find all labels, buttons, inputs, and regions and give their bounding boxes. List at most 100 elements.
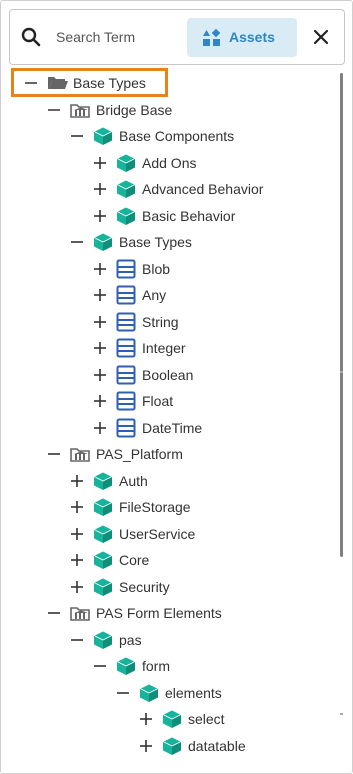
collapse-icon[interactable] xyxy=(69,632,85,648)
tree-item-label: Any xyxy=(142,287,167,303)
scrollbar[interactable] xyxy=(340,73,343,557)
expand-icon[interactable] xyxy=(69,579,85,595)
tree-item-advanced-behavior[interactable]: Advanced Behavior xyxy=(92,176,341,202)
cube-icon xyxy=(93,471,113,491)
type-icon xyxy=(116,285,136,305)
tree-item-any[interactable]: Any xyxy=(92,282,341,308)
assets-button-label: Assets xyxy=(229,29,275,45)
cube-icon xyxy=(116,153,136,173)
expand-icon[interactable] xyxy=(92,155,108,171)
search-input[interactable] xyxy=(56,24,182,50)
library-icon xyxy=(70,100,90,120)
type-icon xyxy=(116,365,136,385)
collapse-icon[interactable] xyxy=(46,446,62,462)
collapse-icon[interactable] xyxy=(69,234,85,250)
cube-icon xyxy=(162,709,182,729)
tree-item-label: Bridge Base xyxy=(96,101,173,118)
expand-icon[interactable] xyxy=(69,526,85,542)
tree-item-label: Advanced Behavior xyxy=(142,181,264,197)
collapse-icon[interactable] xyxy=(115,685,131,701)
tree-item-elements[interactable]: elements xyxy=(115,680,341,706)
tree-item-add-ons[interactable]: Add Ons xyxy=(92,150,341,176)
tree-item-blob[interactable]: Blob xyxy=(92,256,341,282)
tree-item-label: Base Components xyxy=(119,128,235,144)
selection-highlight xyxy=(11,68,168,97)
tree-item-auth[interactable]: Auth xyxy=(69,468,329,494)
expand-icon[interactable] xyxy=(92,208,108,224)
expand-icon[interactable] xyxy=(92,393,108,409)
tree-item-bridge-base[interactable]: Bridge Base xyxy=(46,97,306,123)
tree-item-pas[interactable]: pas xyxy=(69,627,329,653)
scroll-tick xyxy=(340,713,343,715)
tree-item-label: PAS Form Elements xyxy=(96,605,222,621)
shapes-icon xyxy=(202,28,222,48)
tree-item-label: Core xyxy=(119,552,150,568)
expand-icon[interactable] xyxy=(69,473,85,489)
tree-item-filestorage[interactable]: FileStorage xyxy=(69,494,329,520)
tree-item-label: form xyxy=(142,658,170,674)
collapse-icon[interactable] xyxy=(69,128,85,144)
tree-item-label: Base Types xyxy=(119,234,192,250)
cube-icon xyxy=(93,126,113,146)
cube-icon xyxy=(93,524,113,544)
tree-item-label: String xyxy=(142,313,179,330)
expand-icon[interactable] xyxy=(92,261,108,277)
type-icon xyxy=(116,338,136,358)
tree-item-base-types[interactable]: Base Types xyxy=(69,229,329,255)
library-icon xyxy=(70,603,90,623)
search-icon[interactable] xyxy=(20,26,42,48)
cube-icon xyxy=(116,179,136,199)
expand-icon[interactable] xyxy=(69,552,85,568)
cube-icon xyxy=(93,232,113,252)
tree-item-float[interactable]: Float xyxy=(92,388,341,414)
scroll-tick xyxy=(340,371,343,373)
asset-browser-panel: Assets Base Types Bridge Base Base Compone… xyxy=(0,0,353,774)
tree-item-label: DateTime xyxy=(142,419,203,436)
assets-button[interactable]: Assets xyxy=(187,18,297,57)
tree-item-datetime[interactable]: DateTime xyxy=(92,415,341,441)
type-icon xyxy=(116,259,136,279)
tree-item-boolean[interactable]: Boolean xyxy=(92,362,341,388)
expand-icon[interactable] xyxy=(92,287,108,303)
tree-item-label: Auth xyxy=(119,472,148,489)
collapse-icon[interactable] xyxy=(46,102,62,118)
expand-icon[interactable] xyxy=(138,711,154,727)
expand-icon[interactable] xyxy=(138,738,154,754)
tree-item-integer[interactable]: Integer xyxy=(92,335,341,361)
tree-item-string[interactable]: String xyxy=(92,309,341,335)
tree-item-label: select xyxy=(188,711,225,727)
expand-icon[interactable] xyxy=(92,314,108,330)
tree-item-select[interactable]: select xyxy=(138,706,341,732)
tree-item-label: Blob xyxy=(142,260,171,277)
tree-item-core[interactable]: Core xyxy=(69,547,329,573)
expand-icon[interactable] xyxy=(92,340,108,356)
tree-item-pas-platform[interactable]: PAS_Platform xyxy=(46,441,306,467)
type-icon xyxy=(116,312,136,332)
tree-item-label: Basic Behavior xyxy=(142,207,236,224)
type-icon xyxy=(116,418,136,438)
tree-item-label: FileStorage xyxy=(119,499,191,515)
tree-item-base-components[interactable]: Base Components xyxy=(69,123,329,149)
cube-icon xyxy=(93,630,113,650)
tree-item-security[interactable]: Security xyxy=(69,574,329,600)
expand-icon[interactable] xyxy=(92,181,108,197)
tree-item-basic-behavior[interactable]: Basic Behavior xyxy=(92,203,341,229)
tree-item-label: PAS_Platform xyxy=(96,446,183,462)
tree-item-pas-form-elements[interactable]: PAS Form Elements xyxy=(46,600,306,626)
tree-item-label: Boolean xyxy=(142,366,194,383)
tree-item-label: datatable xyxy=(188,737,246,754)
tree-item-userservice[interactable]: UserService xyxy=(69,521,329,547)
collapse-icon[interactable] xyxy=(46,605,62,621)
expand-icon[interactable] xyxy=(69,499,85,515)
tree-item-label: Float xyxy=(142,393,174,409)
expand-icon[interactable] xyxy=(92,367,108,383)
tree-item-datatable[interactable]: datatable xyxy=(138,733,341,759)
collapse-icon[interactable] xyxy=(92,658,108,674)
cube-icon xyxy=(116,656,136,676)
cube-icon xyxy=(139,683,159,703)
tree-item-form[interactable]: form xyxy=(92,653,341,679)
expand-icon[interactable] xyxy=(92,420,108,436)
close-icon[interactable] xyxy=(310,26,332,48)
asset-tree: Base Types Bridge Base Base Components Add … xyxy=(1,69,341,773)
type-icon xyxy=(116,391,136,411)
